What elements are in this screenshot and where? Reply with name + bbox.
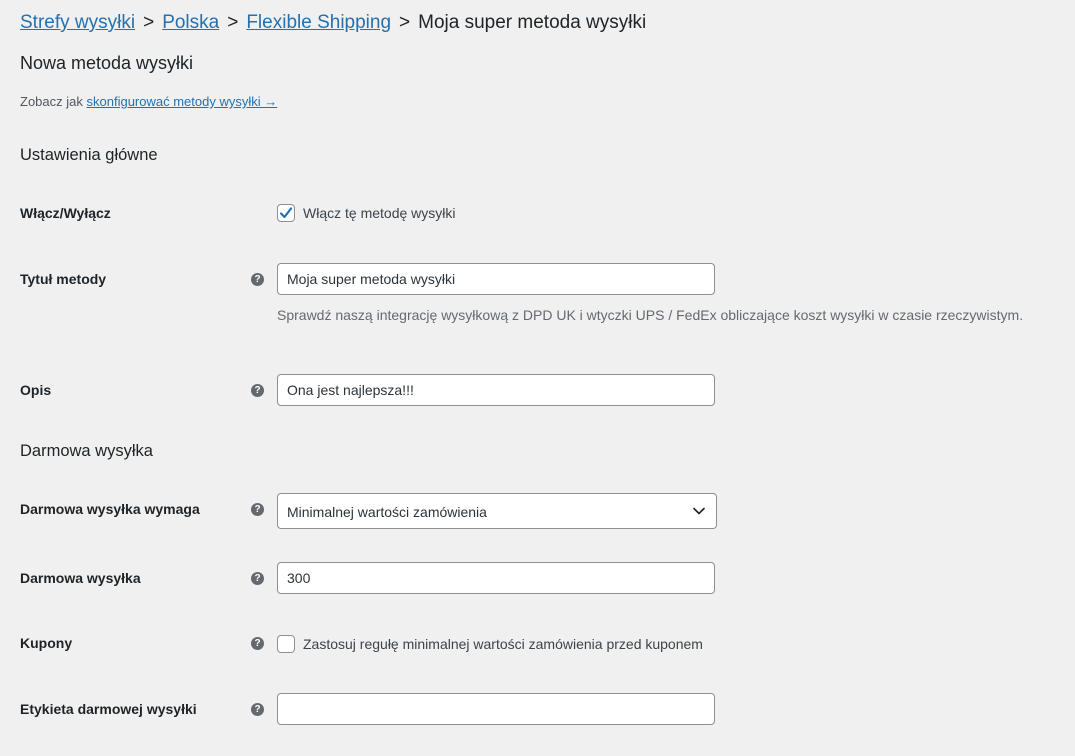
field-label-coupons: Kupony [20,635,73,651]
info-line: Zobacz jak skonfigurować metody wysyłki … [20,94,277,109]
field-label-free-shipping-requires: Darmowa wysyłka wymaga [20,501,200,517]
field-label-description: Opis [20,382,52,398]
select-value: Minimalnej wartości zamówienia [287,504,487,520]
configure-methods-link[interactable]: skonfigurować metody wysyłki → [87,94,278,109]
enable-checkbox[interactable] [277,204,295,222]
field-label-method-title: Tytuł metody [20,271,107,287]
breadcrumb-link-poland[interactable]: Polska [162,12,219,33]
method-title-input[interactable] [277,263,715,295]
field-label-free-shipping-label: Etykieta darmowej wysyłki [20,701,197,717]
free-shipping-requires-select[interactable]: Minimalnej wartości zamówienia [277,493,717,529]
checkmark-icon [279,207,293,219]
breadcrumb-link-flexible-shipping[interactable]: Flexible Shipping [246,12,391,33]
help-icon[interactable]: ? [251,637,264,650]
help-icon[interactable]: ? [251,503,264,516]
breadcrumb-separator: > [227,12,239,33]
method-title-description: Sprawdź naszą integrację wysyłkową z DPD… [277,307,1024,323]
breadcrumb-separator: > [143,12,155,33]
field-label-enable: Włącz/Wyłącz [20,205,111,221]
help-icon[interactable]: ? [251,384,264,397]
info-prefix: Zobacz jak [20,94,83,109]
help-icon[interactable]: ? [251,273,264,286]
enable-checkbox-label[interactable]: Włącz tę metodę wysyłki [303,205,455,221]
breadcrumb-separator: > [399,12,411,33]
coupons-checkbox[interactable] [277,635,295,653]
description-input[interactable] [277,374,715,406]
section-title-main-settings: Ustawienia główne [20,146,158,164]
section-title-free-shipping: Darmowa wysyłka [20,442,153,460]
help-icon[interactable]: ? [251,572,264,585]
help-icon[interactable]: ? [251,703,264,716]
free-shipping-label-input[interactable] [277,693,715,725]
coupons-checkbox-label[interactable]: Zastosuj regułę minimalnej wartości zamó… [303,636,703,652]
chevron-down-icon [693,507,705,515]
breadcrumb-link-shipping-zones[interactable]: Strefy wysyłki [20,12,135,33]
breadcrumb-current: Moja super metoda wysyłki [418,12,647,33]
breadcrumb: Strefy wysyłki > Polska > Flexible Shipping >… [20,12,646,34]
field-label-free-shipping-amount: Darmowa wysyłka [20,570,141,586]
page-title: Nowa metoda wysyłki [20,53,194,73]
free-shipping-amount-input[interactable] [277,562,715,594]
